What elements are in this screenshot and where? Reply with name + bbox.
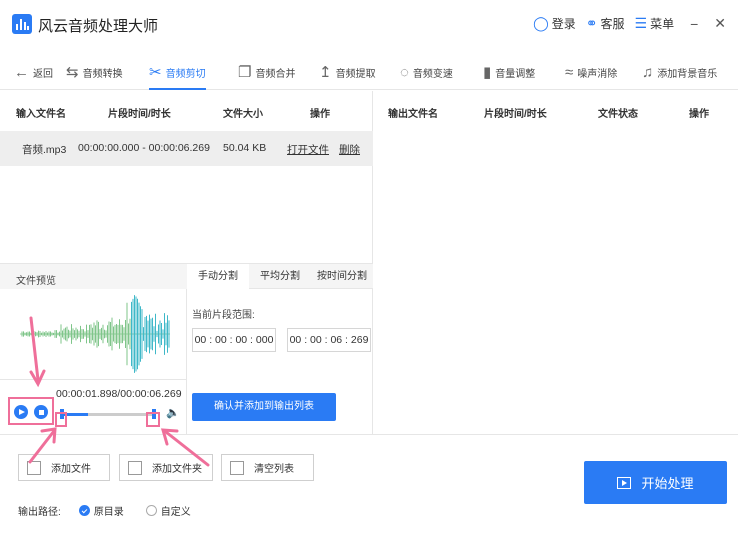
scissors-icon: ✂ xyxy=(149,64,162,81)
tab-add-bgm[interactable]: ♫ 添加背景音乐 xyxy=(642,54,717,90)
output-panel: 输出文件名 片段时间/时长 文件状态 操作 xyxy=(374,91,738,434)
file-size: 50.04 KB xyxy=(223,142,267,154)
service-button[interactable]: ⚭ 客服 xyxy=(586,15,625,32)
menu-button[interactable]: ☰ 菜单 xyxy=(635,15,675,32)
table-row[interactable]: 音频.mp3 00:00:00.000 - 00:00:06.269 50.04… xyxy=(0,131,373,166)
annotation-box-play xyxy=(8,397,54,425)
app-title: 风云音频处理大师 xyxy=(38,18,159,35)
wifi-icon: ≈ xyxy=(565,63,574,81)
tab-label: 音频合并 xyxy=(255,68,296,80)
merge-icon: ❐ xyxy=(238,64,252,81)
col-header: 操作 xyxy=(689,109,709,120)
preview-label: 文件预览 xyxy=(16,276,56,287)
input-table-header: 输入文件名 片段时间/时长 文件大小 操作 xyxy=(0,91,372,131)
input-panel: 输入文件名 片段时间/时长 文件大小 操作 音频.mp3 00:00:00.00… xyxy=(0,91,373,434)
start-processing-button[interactable]: 开始处理 xyxy=(584,461,727,504)
file-name: 音频.mp3 xyxy=(22,144,67,156)
annotation-box-end-handle xyxy=(146,412,160,427)
menu-icon: ☰ xyxy=(634,15,648,31)
minimize-button[interactable]: − xyxy=(690,16,698,32)
radio-custom-dir[interactable]: 自定义 xyxy=(145,503,191,518)
music-note-icon: ♫ xyxy=(642,63,654,81)
tab-manual-split[interactable]: 手动分割 xyxy=(187,264,249,290)
tab-label: 噪声消除 xyxy=(577,68,618,80)
add-folder-label: 添加文件夹 xyxy=(152,464,202,475)
volume-bars-icon: ▮ xyxy=(483,64,492,81)
play-square-icon xyxy=(617,476,632,489)
user-icon: ◯ xyxy=(533,15,549,31)
split-mode-tabs: 手动分割 平均分割 按时间分割 xyxy=(187,263,373,290)
bottom-bar: 添加文件 添加文件夹 清空列表 开始处理 输出路径: 原目录 自定义 xyxy=(0,434,738,535)
radio-unchecked-icon xyxy=(145,505,157,516)
col-header: 文件状态 xyxy=(598,109,638,120)
confirm-add-button[interactable]: 确认并添加到输出列表 xyxy=(192,393,336,421)
col-header: 输出文件名 xyxy=(388,109,438,120)
tab-audio-convert[interactable]: ⇆ 音频转换 xyxy=(66,54,123,90)
playback-time: 00:00:01.898/00:00:06.269 xyxy=(56,388,182,400)
output-path-label: 输出路径: xyxy=(18,507,61,518)
progress-slider[interactable] xyxy=(60,413,154,416)
start-label: 开始处理 xyxy=(641,476,694,491)
tab-noise-removal[interactable]: ≈ 噪声消除 xyxy=(565,54,617,90)
tab-label: 添加背景音乐 xyxy=(657,68,718,80)
tab-audio-speed[interactable]: ◌ 音频变速 xyxy=(400,54,453,90)
tab-time-split[interactable]: 按时间分割 xyxy=(311,264,373,289)
folder-icon xyxy=(128,460,142,475)
menu-label: 菜单 xyxy=(650,17,675,31)
tab-average-split[interactable]: 平均分割 xyxy=(249,264,311,289)
add-file-icon xyxy=(27,460,41,475)
volume-icon[interactable]: 🔈 xyxy=(166,406,180,419)
add-folder-button[interactable]: 添加文件夹 xyxy=(119,454,213,481)
tab-audio-merge[interactable]: ❐ 音频合并 xyxy=(238,54,295,90)
back-label: 返回 xyxy=(33,68,53,80)
col-header: 输入文件名 xyxy=(16,109,66,120)
tab-label: 音频变速 xyxy=(412,68,453,80)
tab-audio-cut[interactable]: ✂ 音频剪切 xyxy=(149,54,206,90)
col-header: 操作 xyxy=(310,109,330,120)
clear-list-label: 清空列表 xyxy=(254,464,294,475)
segment-time: 00:00:00.000 - 00:00:06.269 xyxy=(78,142,210,154)
col-header: 片段时间/时长 xyxy=(108,109,171,120)
radio-label: 原目录 xyxy=(93,507,124,518)
open-file-link[interactable]: 打开文件 xyxy=(287,142,329,157)
output-table-header: 输出文件名 片段时间/时长 文件状态 操作 xyxy=(374,91,738,131)
radio-original-dir[interactable]: 原目录 xyxy=(78,503,124,518)
col-header: 文件大小 xyxy=(223,109,263,120)
start-time-input[interactable]: 00 : 00 : 00 : 000 xyxy=(192,328,276,352)
trash-icon xyxy=(230,460,244,475)
annotation-box-start-handle xyxy=(55,412,67,427)
service-label: 客服 xyxy=(600,17,625,31)
close-button[interactable]: ✕ xyxy=(714,15,726,32)
tab-volume-adjust[interactable]: ▮ 音量调整 xyxy=(483,54,535,90)
radio-checked-icon xyxy=(78,505,90,516)
preview-header: 文件预览 xyxy=(0,263,187,289)
tab-label: 音量调整 xyxy=(495,68,536,80)
convert-icon: ⇆ xyxy=(66,64,79,81)
add-file-button[interactable]: 添加文件 xyxy=(18,454,110,481)
login-label: 登录 xyxy=(551,17,576,31)
login-button[interactable]: ◯ 登录 xyxy=(533,15,576,32)
output-path: 输出路径: 原目录 自定义 xyxy=(18,503,191,518)
app-logo-icon xyxy=(12,14,32,34)
range-label: 当前片段范围: xyxy=(192,310,255,321)
waveform-graphic xyxy=(20,295,170,373)
add-file-label: 添加文件 xyxy=(51,464,91,475)
waveform[interactable] xyxy=(0,289,187,379)
radio-label: 自定义 xyxy=(160,507,191,518)
tab-label: 音频剪切 xyxy=(165,68,206,80)
tab-label: 音频转换 xyxy=(82,68,123,80)
clear-list-button[interactable]: 清空列表 xyxy=(221,454,314,481)
back-button[interactable]: ← 返回 xyxy=(14,54,53,90)
tab-label: 音频提取 xyxy=(335,68,376,80)
tab-audio-extract[interactable]: ↥ 音频提取 xyxy=(319,54,376,90)
arrow-left-icon: ← xyxy=(14,63,29,81)
upload-icon: ↥ xyxy=(319,64,332,81)
title-bar: 风云音频处理大师 ◯ 登录 ⚭ 客服 ☰ 菜单 − ✕ xyxy=(0,0,738,48)
function-toolbar: ← 返回 ⇆ 音频转换 ✂ 音频剪切 ❐ 音频合并 ↥ 音频提取 ◌ 音频变速 ▮ 音量调整 … xyxy=(0,54,738,90)
delete-link[interactable]: 删除 xyxy=(339,142,360,157)
speed-icon: ◌ xyxy=(400,63,409,81)
end-time-input[interactable]: 00 : 00 : 06 : 269 xyxy=(287,328,371,352)
headset-icon: ⚭ xyxy=(585,15,598,31)
col-header: 片段时间/时长 xyxy=(484,109,547,120)
